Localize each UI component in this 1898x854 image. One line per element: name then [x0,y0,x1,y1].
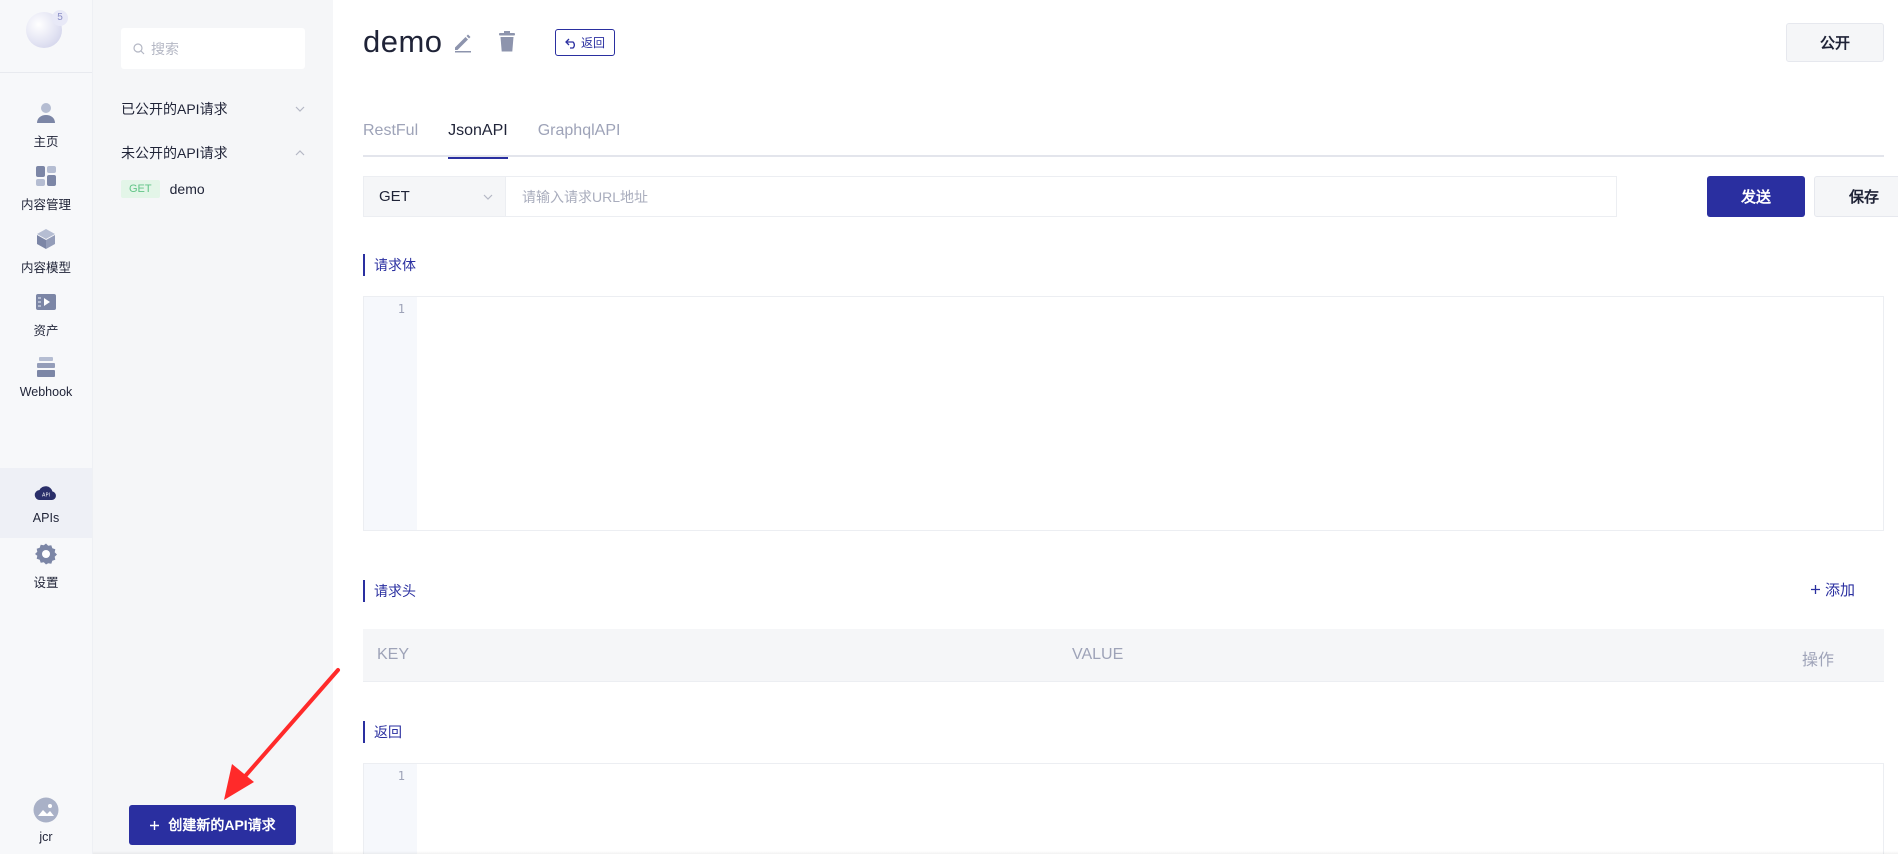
media-icon [36,293,56,310]
column-value: VALUE [1072,646,1124,663]
group-label: 未公开的API请求 [121,145,228,161]
create-api-label: 创建新的API请求 [168,817,276,833]
rail-item-label: 设置 [33,575,59,590]
nav-rail: 5 主页 内容管理 内容模型 资产 Webhook API APIs 设置 jc… [0,0,93,854]
undo-icon [565,38,575,49]
headers-section-label: 请求头 [363,580,416,602]
rail-item-home[interactable]: 主页 [0,90,92,160]
column-actions: 操作 [1801,652,1834,669]
api-type-tabs: RestFul JsonAPI GraphqlAPI [363,122,1884,159]
rail-item-label: 内容模型 [20,260,71,275]
plus-icon [150,820,160,830]
svg-text:API: API [42,493,50,499]
create-api-button[interactable]: 创建新的API请求 [129,805,296,845]
chevron-down-icon [295,106,305,112]
save-button[interactable]: 保存 [1814,176,1898,217]
edit-icon[interactable] [451,30,475,54]
rail-item-webhook[interactable]: Webhook [0,342,92,412]
user-name: jcr [39,830,53,844]
delete-icon[interactable] [495,30,519,54]
line-gutter: 1 [364,297,417,530]
notification-badge: 5 [52,10,68,26]
webhook-icon [37,357,55,377]
api-cloud-icon: API [34,486,56,501]
user-menu[interactable]: jcr [0,797,92,844]
search-icon [133,42,145,54]
tab-restful[interactable]: RestFul [363,122,418,157]
plus-icon [1810,585,1820,594]
rail-item-model[interactable]: 内容模型 [0,216,92,286]
body-section-label: 请求体 [363,254,416,276]
rail-item-apis[interactable]: API APIs [0,468,92,538]
user-icon [37,102,55,123]
api-name: demo [169,181,205,197]
url-input[interactable] [506,176,1617,217]
method-value: GET [379,188,410,205]
api-editor: demo 返回 公开 RestFul JsonAPI GraphqlAPI GE… [333,0,1898,854]
tab-graphqlapi[interactable]: GraphqlAPI [538,122,621,157]
column-key: KEY [377,646,410,663]
headers-table-header: KEY VALUE 操作 [363,629,1884,682]
app-logo[interactable]: 5 [26,10,68,48]
publish-button[interactable]: 公开 [1786,23,1884,62]
back-label: 返回 [580,36,605,50]
line-number: 1 [397,302,405,316]
cube-icon [37,228,55,249]
tab-jsonapi[interactable]: JsonAPI [448,122,508,159]
rail-item-label: 内容管理 [20,197,71,212]
search-box[interactable] [121,28,305,69]
add-header-button[interactable]: 添加 [1810,579,1855,600]
rail-item-label: APIs [32,511,60,525]
add-label: 添加 [1824,582,1855,599]
chevron-down-icon [483,194,493,200]
avatar-icon [33,797,59,823]
send-button[interactable]: 发送 [1707,176,1805,217]
rail-item-content[interactable]: 内容管理 [0,153,92,223]
group-label: 已公开的API请求 [121,101,228,117]
line-number: 1 [397,769,405,783]
request-bar: GET 发送 保存 [363,176,1898,217]
body-editor[interactable]: 1 [363,296,1884,531]
chevron-up-icon [295,150,305,156]
response-editor[interactable]: 1 [363,763,1884,854]
back-button[interactable]: 返回 [555,29,615,56]
dashboard-icon [36,165,56,186]
method-tag: GET [121,180,160,198]
method-select[interactable]: GET [363,176,506,217]
page-title: demo [363,24,443,59]
api-list-panel: 已公开的API请求 未公开的API请求 GET demo 创建新的API请求 [93,0,333,854]
line-gutter: 1 [364,764,417,854]
search-input[interactable] [151,40,291,57]
response-section-label: 返回 [363,721,402,743]
group-public[interactable]: 已公开的API请求 [121,99,305,119]
rail-item-assets[interactable]: 资产 [0,279,92,349]
rail-item-settings[interactable]: 设置 [0,531,92,601]
rail-item-label: 主页 [33,134,59,149]
rail-item-label: Webhook [19,385,73,399]
rail-item-label: 资产 [33,323,59,338]
api-list-item[interactable]: GET demo [121,180,205,198]
gear-icon [35,543,57,564]
group-private[interactable]: 未公开的API请求 [121,143,305,163]
rail-divider [0,72,92,73]
